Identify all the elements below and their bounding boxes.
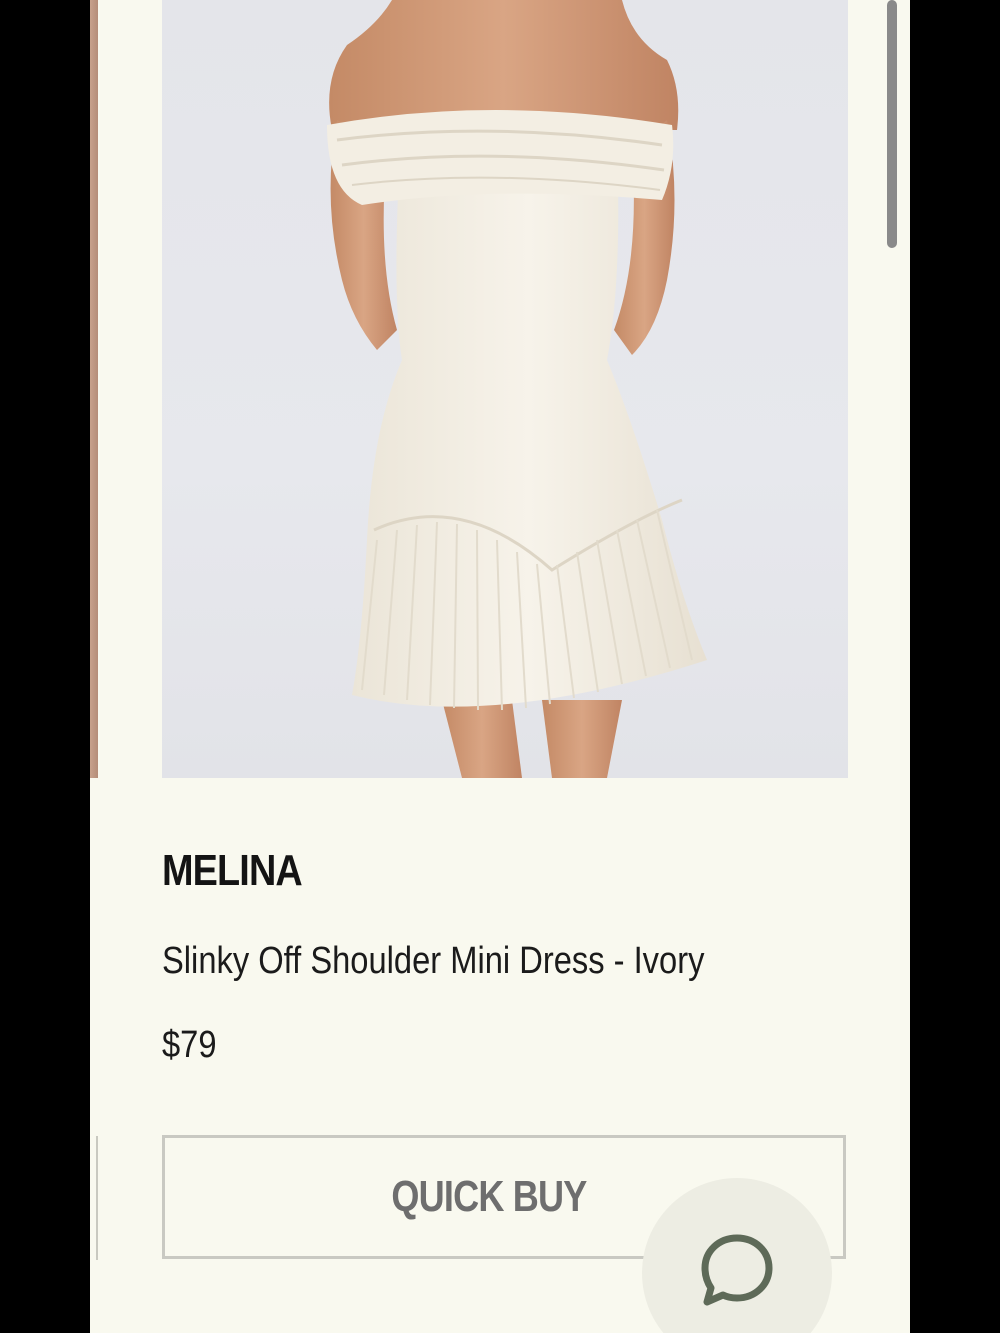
previous-card-image-edge[interactable]	[90, 0, 98, 778]
product-name[interactable]: Slinky Off Shoulder Mini Dress - Ivory	[162, 940, 704, 983]
previous-card-button-edge[interactable]	[90, 1136, 98, 1260]
product-screen: MELINA Slinky Off Shoulder Mini Dress - …	[90, 0, 910, 1333]
quick-buy-label: QUICK BUY	[391, 1172, 587, 1221]
product-image[interactable]	[162, 0, 848, 778]
product-brand[interactable]: MELINA	[162, 846, 303, 896]
chat-bubble-icon	[701, 1234, 773, 1306]
scrollbar[interactable]	[887, 0, 897, 248]
product-price: $79	[162, 1024, 217, 1066]
